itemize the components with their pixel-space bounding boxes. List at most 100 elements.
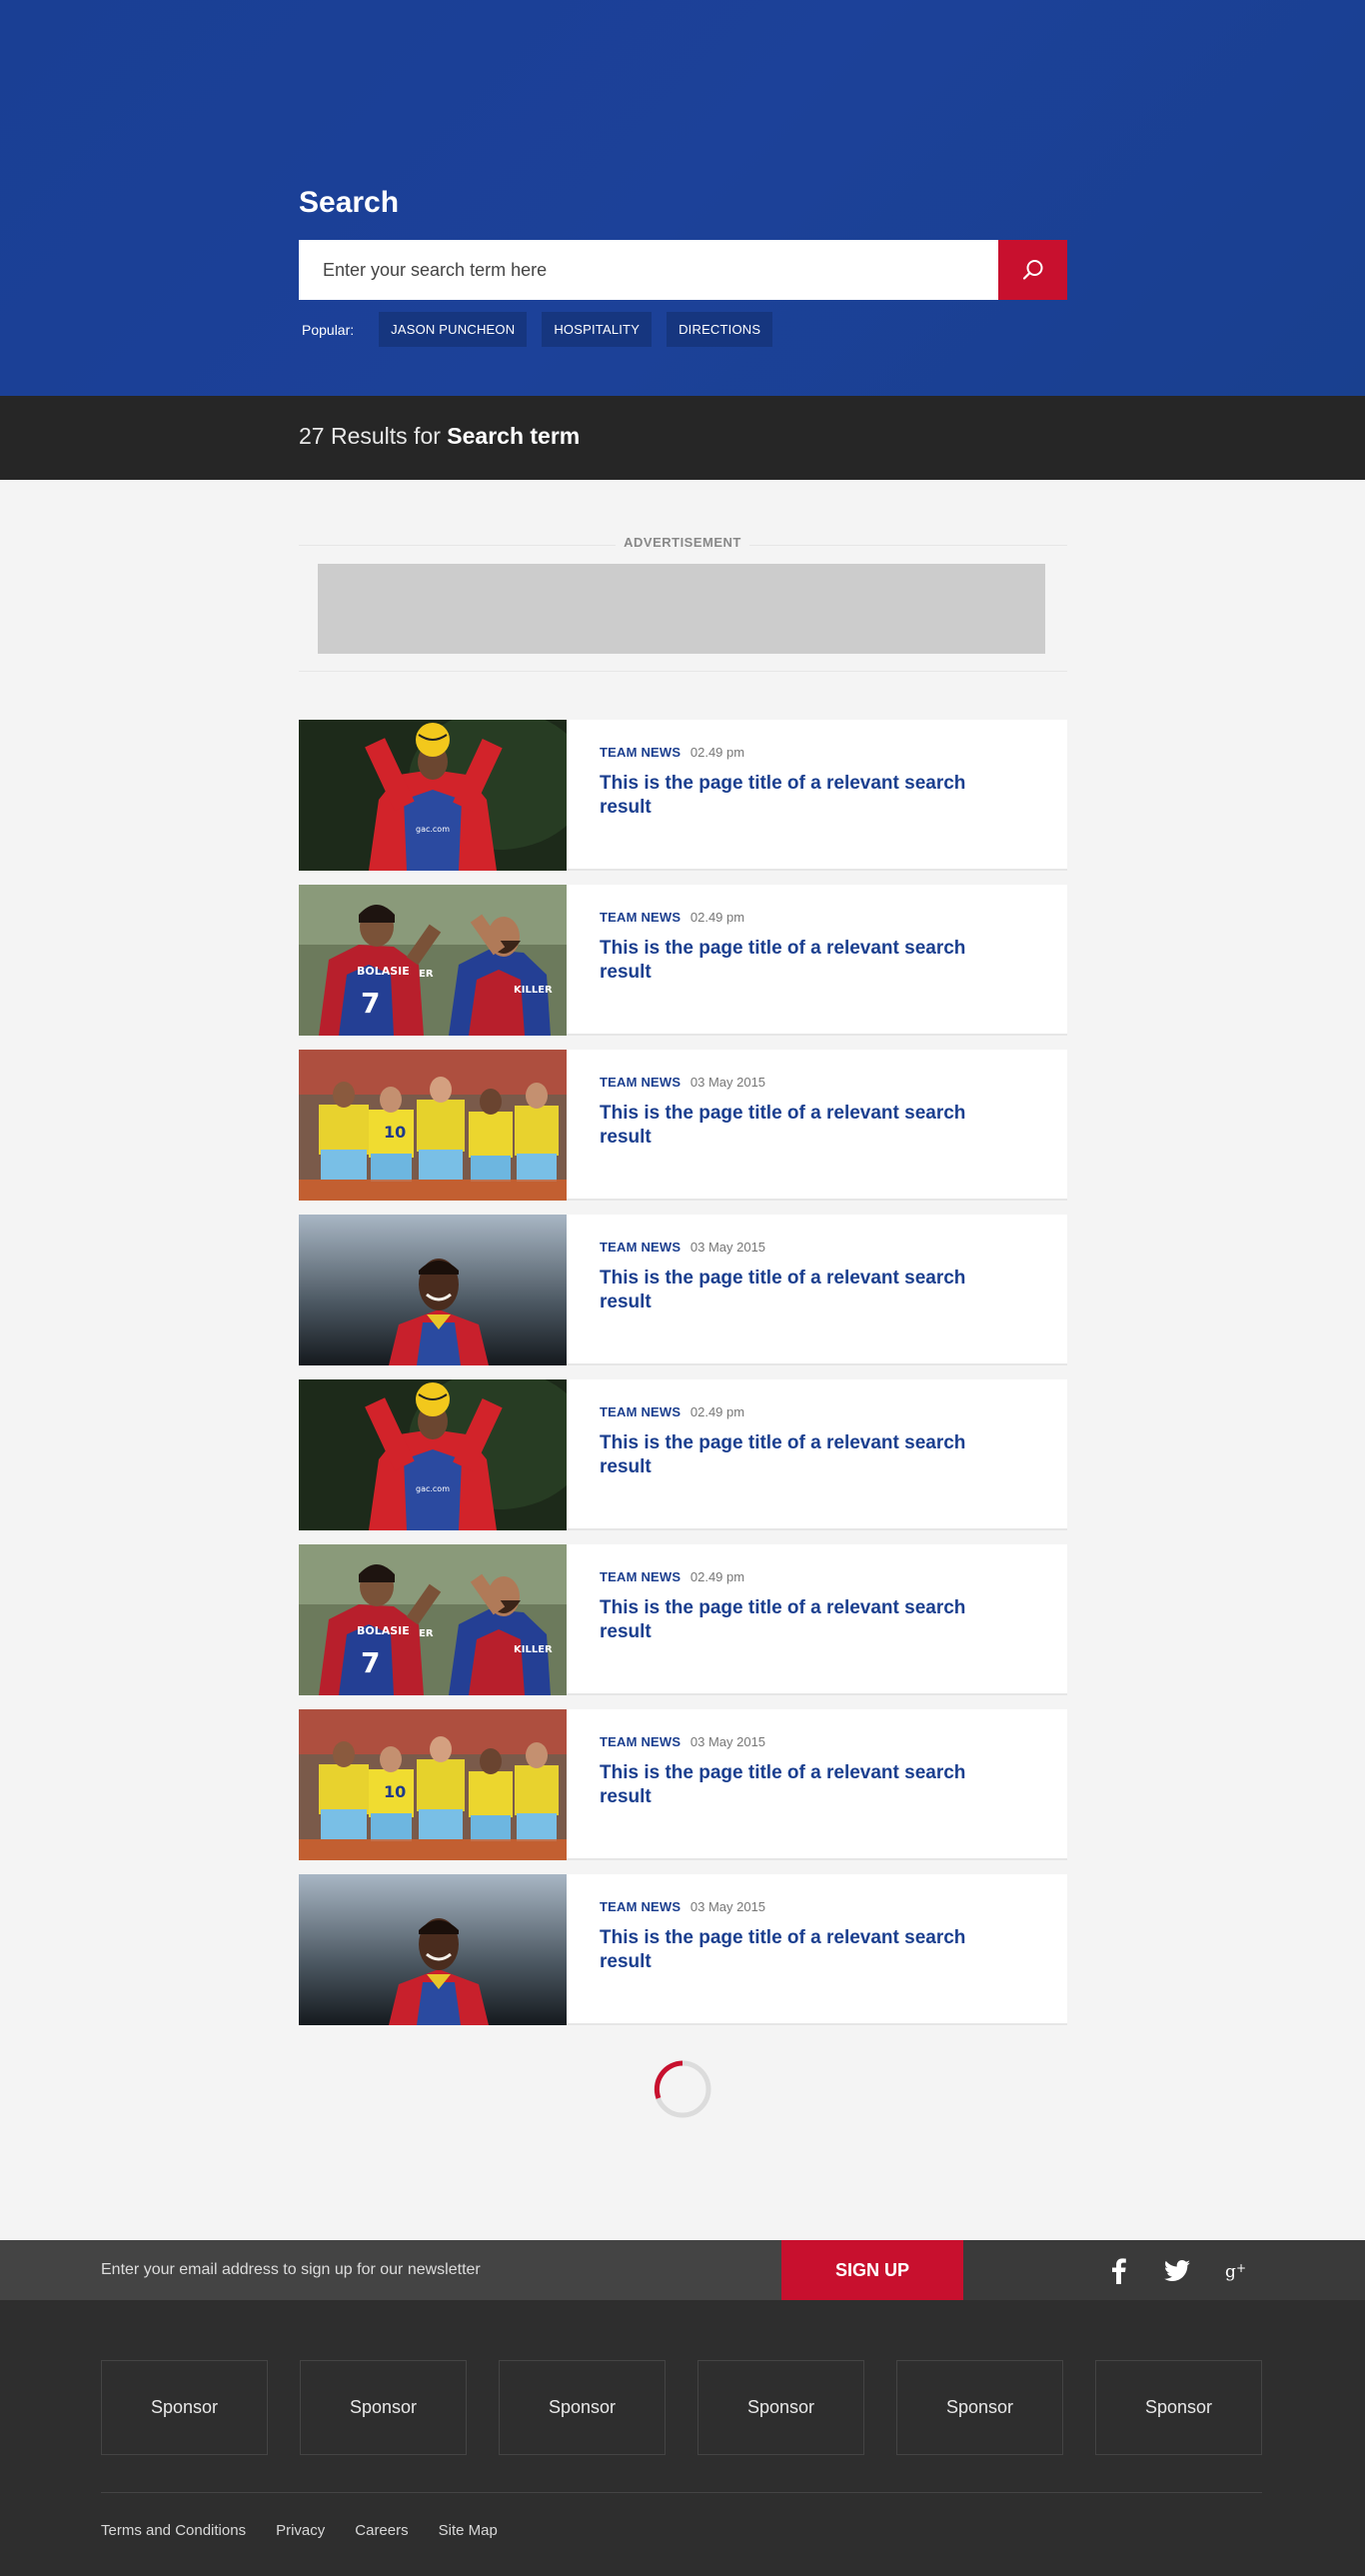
result-category[interactable]: TEAM NEWS [600,1899,681,1914]
svg-text:ER: ER [419,1628,434,1639]
svg-text:KILLER: KILLER [514,985,553,996]
svg-text:7: 7 [361,987,380,1020]
svg-text:10: 10 [384,1123,406,1142]
result-category[interactable]: TEAM NEWS [600,1569,681,1584]
signup-button[interactable]: SIGN UP [781,2240,963,2300]
result-title-link[interactable]: This is the page title of a relevant sea… [600,1431,999,1479]
search-result-item[interactable]: TEAM NEWS 03 May 2015 This is the page t… [299,1874,1067,2025]
result-category[interactable]: TEAM NEWS [600,1734,681,1749]
results-search-term: Search term [447,423,581,449]
sponsor-row: Sponsor Sponsor Sponsor Sponsor Sponsor … [101,2360,1262,2455]
result-meta: TEAM NEWS 02.49 pm [600,910,744,925]
result-meta: TEAM NEWS 03 May 2015 [600,1075,765,1090]
advertisement-banner[interactable] [318,564,1045,654]
newsletter-email-input[interactable] [101,2240,780,2300]
result-thumbnail-player-holding-ball[interactable]: gac.com [299,1379,567,1530]
search-hero: Search Popular: JASON PUNCHEON HOSPITALI… [0,0,1365,396]
search-input[interactable] [299,240,998,300]
results-count: 27 Results for Search term [299,423,580,450]
svg-text:g: g [1225,2262,1236,2282]
popular-tag-hospitality[interactable]: HOSPITALITY [542,312,653,347]
result-category[interactable]: TEAM NEWS [600,745,681,760]
search-result-item[interactable]: TEAM NEWS 03 May 2015 This is the page t… [299,1215,1067,1365]
result-date: 03 May 2015 [689,1075,766,1090]
page-title: Search [299,186,400,219]
footer-link-privacy[interactable]: Privacy [276,2522,325,2539]
sponsor-logo[interactable]: Sponsor [1095,2360,1262,2455]
result-title-link[interactable]: This is the page title of a relevant sea… [600,1596,999,1644]
advertisement-label: ADVERTISEMENT [616,535,749,550]
result-category[interactable]: TEAM NEWS [600,910,681,925]
popular-searches: Popular: JASON PUNCHEON HOSPITALITY DIRE… [299,312,787,347]
result-category[interactable]: TEAM NEWS [600,1404,681,1419]
result-title-link[interactable]: This is the page title of a relevant sea… [600,1267,999,1314]
footer-divider [101,2492,1262,2493]
svg-text:+: + [1236,2261,1246,2275]
search-result-item[interactable]: 10 TEAM NEWS 03 May 2015 This is the pag… [299,1709,1067,1860]
result-thumbnail-player-smiling[interactable] [299,1874,567,2025]
search-result-item[interactable]: gac.com TEAM NEWS 02.49 pm This is the p… [299,1379,1067,1530]
result-meta: TEAM NEWS 02.49 pm [600,1569,744,1584]
sponsor-logo[interactable]: Sponsor [697,2360,864,2455]
result-date: 02.49 pm [689,745,745,760]
facebook-icon[interactable] [1106,2258,1132,2284]
result-thumbnail-players-high-five[interactable]: BOLASIE 7 ER KILLER [299,885,567,1036]
result-thumbnail-player-smiling[interactable] [299,1215,567,1365]
sponsor-logo[interactable]: Sponsor [101,2360,268,2455]
svg-text:BOLASIE: BOLASIE [357,1624,410,1637]
footer-links: Terms and Conditions Privacy Careers Sit… [101,2522,528,2539]
result-title-link[interactable]: This is the page title of a relevant sea… [600,1761,999,1809]
footer-link-terms[interactable]: Terms and Conditions [101,2522,246,2539]
result-thumbnail-team-huddle[interactable]: 10 [299,1050,567,1201]
result-meta: TEAM NEWS 03 May 2015 [600,1734,765,1749]
result-title-link[interactable]: This is the page title of a relevant sea… [600,1102,999,1150]
result-date: 02.49 pm [689,910,745,925]
result-category[interactable]: TEAM NEWS [600,1240,681,1255]
svg-text:ER: ER [419,969,434,980]
results-count-text: 27 Results for [299,423,441,449]
svg-text:7: 7 [361,1646,380,1679]
footer-link-careers[interactable]: Careers [355,2522,408,2539]
result-meta: TEAM NEWS 03 May 2015 [600,1240,765,1255]
google-plus-icon[interactable]: g + [1224,2258,1250,2284]
result-date: 03 May 2015 [689,1734,766,1749]
result-thumbnail-team-huddle[interactable]: 10 [299,1709,567,1860]
result-meta: TEAM NEWS 03 May 2015 [600,1899,765,1914]
result-date: 03 May 2015 [689,1240,766,1255]
svg-text:gac.com: gac.com [416,825,450,834]
search-result-item[interactable]: BOLASIE 7 ER KILLER TEAM NEWS 02.49 pm T… [299,1544,1067,1695]
search-result-item[interactable]: gac.com TEAM NEWS 02.49 pm This is the p… [299,720,1067,871]
result-date: 03 May 2015 [689,1899,766,1914]
ad-divider-bottom [299,671,1067,672]
result-category[interactable]: TEAM NEWS [600,1075,681,1090]
newsletter-bar: SIGN UP g + [0,2240,1365,2300]
results-summary-bar: 27 Results for Search term [0,396,1365,480]
site-footer: Sponsor Sponsor Sponsor Sponsor Sponsor … [0,2300,1365,2576]
result-title-link[interactable]: This is the page title of a relevant sea… [600,772,999,820]
search-button[interactable] [998,240,1067,300]
result-date: 02.49 pm [689,1569,745,1584]
search-icon [1022,260,1042,280]
search-result-item[interactable]: BOLASIE 7 ER KILLER TEAM NEWS 02.49 pm T… [299,885,1067,1036]
svg-text:10: 10 [384,1782,406,1801]
search-result-item[interactable]: 10 TEAM NEWS 03 May 2015 This is the pag… [299,1050,1067,1201]
result-title-link[interactable]: This is the page title of a relevant sea… [600,1926,999,1974]
sponsor-logo[interactable]: Sponsor [896,2360,1063,2455]
popular-tag-directions[interactable]: DIRECTIONS [667,312,773,347]
sponsor-logo[interactable]: Sponsor [300,2360,467,2455]
result-title-link[interactable]: This is the page title of a relevant sea… [600,937,999,985]
footer-link-site-map[interactable]: Site Map [439,2522,498,2539]
popular-tag-jason-puncheon[interactable]: JASON PUNCHEON [379,312,528,347]
result-thumbnail-player-holding-ball[interactable]: gac.com [299,720,567,871]
popular-label: Popular: [302,321,355,338]
svg-text:BOLASIE: BOLASIE [357,965,410,978]
result-meta: TEAM NEWS 02.49 pm [600,1404,744,1419]
result-date: 02.49 pm [689,1404,745,1419]
result-thumbnail-players-high-five[interactable]: BOLASIE 7 ER KILLER [299,1544,567,1695]
loading-spinner-icon [652,2058,713,2120]
twitter-icon[interactable] [1164,2258,1190,2284]
svg-text:gac.com: gac.com [416,1484,450,1493]
svg-text:KILLER: KILLER [514,1644,553,1655]
sponsor-logo[interactable]: Sponsor [499,2360,666,2455]
result-meta: TEAM NEWS 02.49 pm [600,745,744,760]
